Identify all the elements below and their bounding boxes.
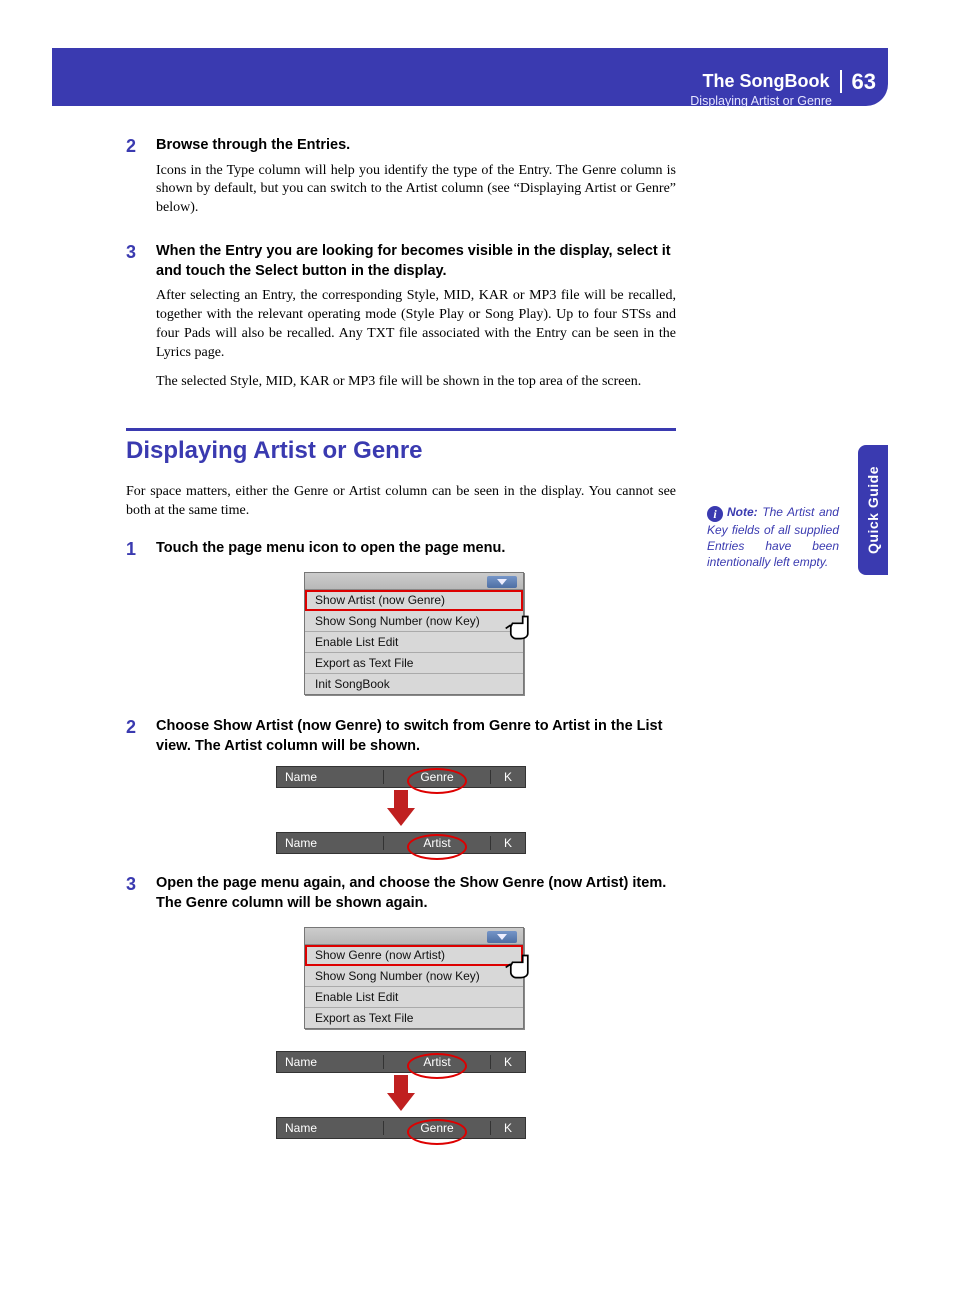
menu-item-show-song-number[interactable]: Show Song Number (now Key): [305, 611, 523, 632]
main-content: 2 Browse through the Entries. Icons in t…: [126, 136, 676, 1139]
menu-titlebar: [305, 573, 523, 590]
step-title: Touch the page menu icon to open the pag…: [156, 539, 676, 559]
side-tab-quick-guide: Quick Guide: [858, 445, 888, 575]
info-icon: i: [707, 506, 723, 522]
upper-step-3: 3 When the Entry you are looking for bec…: [126, 242, 676, 402]
menu-dropdown-icon[interactable]: [487, 576, 517, 588]
menu-item-enable-list-edit[interactable]: Enable List Edit: [305, 987, 523, 1008]
column-k: K: [491, 1121, 525, 1135]
step-title: Choose Show Artist (now Genre) to switch…: [156, 717, 676, 756]
column-name: Name: [277, 770, 384, 784]
figure-column-headers-genre-2: Name Genre K: [276, 1117, 526, 1139]
column-name: Name: [277, 1121, 384, 1135]
column-artist: Artist: [384, 1055, 491, 1069]
menu-titlebar: [305, 928, 523, 945]
column-genre: Genre: [384, 770, 491, 784]
menu-item-enable-list-edit[interactable]: Enable List Edit: [305, 632, 523, 653]
margin-note: iNote: The Artist and Key fields of all …: [707, 504, 839, 571]
figure-column-headers-artist-2: Name Artist K: [276, 1051, 526, 1073]
column-genre: Genre: [384, 1121, 491, 1135]
column-artist: Artist: [384, 836, 491, 850]
figure-column-headers-genre: Name Genre K: [276, 766, 526, 788]
step-number: 1: [126, 539, 140, 563]
arrow-down-icon: [276, 788, 526, 826]
figure-page-menu-1: Show Artist (now Genre) Show Song Number…: [276, 572, 526, 695]
header-subtitle: Displaying Artist or Genre: [690, 95, 876, 108]
note-label: Note:: [727, 505, 758, 519]
menu-item-export-text[interactable]: Export as Text File: [305, 653, 523, 674]
arrow-down-icon: [276, 1073, 526, 1111]
column-k: K: [491, 770, 525, 784]
menu-item-init-songbook[interactable]: Init SongBook: [305, 674, 523, 694]
paragraph: Icons in the Type column will help you i…: [156, 162, 676, 219]
column-k: K: [491, 836, 525, 850]
side-tab-label: Quick Guide: [865, 466, 881, 554]
step-3: 3 Open the page menu again, and choose t…: [126, 874, 676, 917]
step-number: 3: [126, 874, 140, 917]
upper-step-2: 2 Browse through the Entries. Icons in t…: [126, 136, 676, 228]
header-banner: The SongBook 63 Displaying Artist or Gen…: [52, 48, 888, 106]
column-name: Name: [277, 1055, 384, 1069]
menu-item-export-text[interactable]: Export as Text File: [305, 1008, 523, 1028]
menu-item-show-genre[interactable]: Show Genre (now Artist): [305, 945, 523, 966]
page-number: 63: [840, 70, 876, 93]
paragraph: After selecting an Entry, the correspond…: [156, 287, 676, 363]
section-intro: For space matters, either the Genre or A…: [126, 483, 676, 521]
step-title: Browse through the Entries.: [156, 136, 676, 156]
step-title: When the Entry you are looking for becom…: [156, 242, 676, 281]
header-title: The SongBook: [703, 72, 830, 91]
figure-page-menu-2: Show Genre (now Artist) Show Song Number…: [276, 927, 526, 1029]
step-1: 1 Touch the page menu icon to open the p…: [126, 539, 676, 563]
step-title: Open the page menu again, and choose the…: [156, 874, 676, 913]
menu-item-show-artist[interactable]: Show Artist (now Genre): [305, 590, 523, 611]
column-k: K: [491, 1055, 525, 1069]
section-heading: Displaying Artist or Genre: [126, 428, 676, 465]
page: The SongBook 63 Displaying Artist or Gen…: [0, 0, 954, 1308]
figure-column-headers-artist: Name Artist K: [276, 832, 526, 854]
menu-item-show-song-number[interactable]: Show Song Number (now Key): [305, 966, 523, 987]
menu-dropdown-icon[interactable]: [487, 931, 517, 943]
step-2: 2 Choose Show Artist (now Genre) to swit…: [126, 717, 676, 760]
step-number: 2: [126, 136, 140, 228]
step-number: 3: [126, 242, 140, 402]
column-name: Name: [277, 836, 384, 850]
step-number: 2: [126, 717, 140, 760]
paragraph: The selected Style, MID, KAR or MP3 file…: [156, 373, 676, 392]
